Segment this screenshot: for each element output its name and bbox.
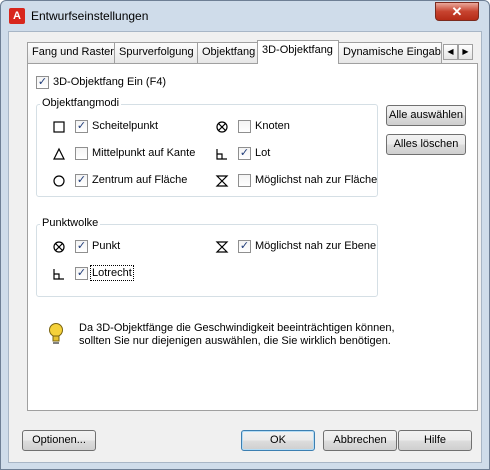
tab-3d-objektfang[interactable]: 3D-Objektfang — [257, 40, 339, 64]
pointcloud-perpendicular-checkbox[interactable]: ✓ — [75, 267, 88, 280]
lightbulb-icon — [48, 322, 64, 346]
vertex-label[interactable]: Scheitelpunkt — [92, 120, 158, 132]
center-face-checkbox[interactable]: ✓ — [75, 174, 88, 187]
window-title: Entwurfseinstellungen — [31, 9, 149, 23]
enable-3d-osnap-checkbox[interactable]: ✓ — [36, 76, 49, 89]
pointcloud-group-title: Punktwolke — [40, 217, 101, 229]
pointcloud-node-checkbox[interactable]: ✓ — [75, 240, 88, 253]
node-checkbox[interactable] — [238, 120, 251, 133]
osnap-modes-group-title: Objektfangmodi — [40, 97, 122, 109]
nearest-marker-icon — [215, 240, 229, 254]
tab-dynamische-eingabe[interactable]: Dynamische Eingabe — [338, 42, 442, 63]
triangle-marker-icon — [52, 147, 66, 161]
vertex-checkbox[interactable]: ✓ — [75, 120, 88, 133]
center-face-label[interactable]: Zentrum auf Fläche — [92, 174, 187, 186]
tab-objektfang[interactable]: Objektfang — [197, 42, 259, 63]
midpoint-edge-label[interactable]: Mittelpunkt auf Kante — [92, 147, 195, 159]
circle-marker-icon — [52, 174, 66, 188]
perpendicular-label[interactable]: Lot — [255, 147, 270, 159]
pointcloud-perpendicular-label[interactable]: Lotrecht — [90, 265, 134, 281]
options-button[interactable]: Optionen... — [22, 430, 96, 451]
enable-3d-osnap-label[interactable]: 3D-Objektfang Ein (F4) — [53, 76, 166, 88]
info-text-line-2: sollten Sie nur diejenigen auswählen, di… — [79, 335, 391, 347]
autocad-app-icon: A — [9, 8, 25, 24]
tab-panel-3d-objektfang: ✓ 3D-Objektfang Ein (F4) Objektfangmodi … — [27, 63, 478, 411]
pointcloud-group — [36, 224, 378, 297]
title-bar[interactable]: A Entwurfseinstellungen ✕ — [1, 1, 489, 31]
tab-scroll-right-icon[interactable]: ▶ — [458, 44, 473, 60]
perpendicular-checkbox[interactable]: ✓ — [238, 147, 251, 160]
clear-all-button[interactable]: Alles löschen — [386, 134, 466, 155]
nearest-face-checkbox[interactable] — [238, 174, 251, 187]
tab-spurverfolgung[interactable]: Spurverfolgung — [114, 42, 198, 63]
ok-button[interactable]: OK — [241, 430, 315, 451]
node-label[interactable]: Knoten — [255, 120, 290, 132]
help-button[interactable]: Hilfe — [398, 430, 472, 451]
midpoint-edge-checkbox[interactable] — [75, 147, 88, 160]
tab-fang-und-raster[interactable]: Fang und Raster — [27, 42, 115, 63]
node-marker-icon — [52, 240, 66, 254]
square-marker-icon — [52, 120, 66, 134]
nearest-marker-icon — [215, 174, 229, 188]
dialog-client-area: Fang und Raster Spurverfolgung Objektfan… — [8, 31, 482, 463]
cancel-button[interactable]: Abbrechen — [323, 430, 397, 451]
select-all-button[interactable]: Alle auswählen — [386, 105, 466, 126]
pointcloud-node-label[interactable]: Punkt — [92, 240, 120, 252]
close-button[interactable]: ✕ — [435, 2, 479, 21]
pointcloud-nearest-plane-label[interactable]: Möglichst nah zur Ebene — [255, 240, 376, 252]
perpendicular-marker-icon — [215, 147, 229, 161]
dialog-window: A Entwurfseinstellungen ✕ Fang und Raste… — [0, 0, 490, 470]
pointcloud-nearest-plane-checkbox[interactable]: ✓ — [238, 240, 251, 253]
nearest-face-label[interactable]: Möglichst nah zur Fläche — [255, 174, 377, 186]
perpendicular-marker-icon — [52, 267, 66, 281]
info-text-line-1: Da 3D-Objektfänge die Geschwindigkeit be… — [79, 322, 395, 334]
node-marker-icon — [215, 120, 229, 134]
tab-scroll-left-icon[interactable]: ◀ — [443, 44, 458, 60]
